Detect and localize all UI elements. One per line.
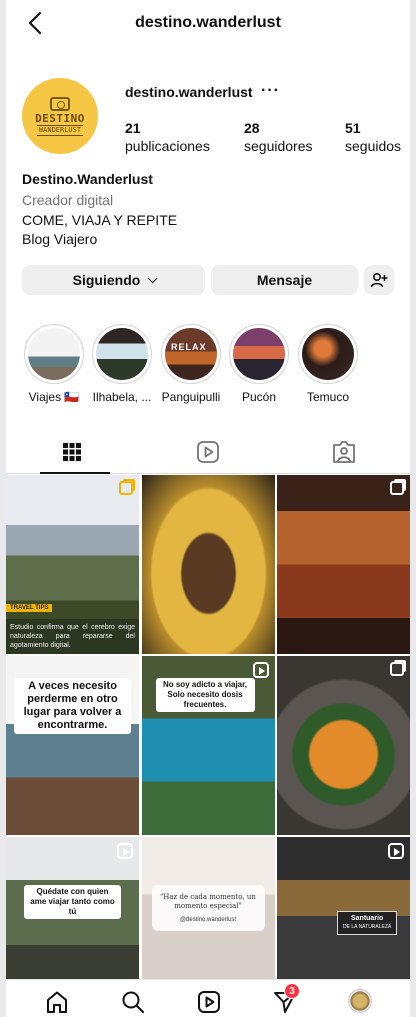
camera-icon bbox=[50, 96, 70, 111]
profile-avatar[interactable]: DESTINO WANDERLUST bbox=[22, 78, 98, 154]
reel-icon bbox=[388, 843, 404, 859]
post-tile[interactable]: TRAVEL TIPS Estudio confirma que el cere… bbox=[6, 475, 139, 654]
profile-nav-avatar[interactable] bbox=[348, 989, 374, 1015]
highlight-label: Pucón bbox=[241, 390, 277, 404]
reel-icon bbox=[117, 843, 133, 859]
post-tile[interactable] bbox=[277, 475, 410, 654]
sign-subtitle: DE LA NATURALEZA bbox=[343, 924, 392, 930]
stat-followers-label: seguidores bbox=[244, 138, 313, 154]
post-tile[interactable]: "Haz de cada momento, un momento especia… bbox=[141, 837, 275, 979]
avatar bbox=[348, 989, 372, 1013]
highlight-ring bbox=[24, 324, 84, 384]
reels-icon[interactable] bbox=[194, 438, 222, 466]
post-caption: Estudio confirma que el cerebro exige na… bbox=[6, 619, 139, 654]
bottom-nav: 3 bbox=[6, 979, 410, 1017]
stat-following-count: 51 bbox=[345, 120, 361, 136]
grid-icon[interactable] bbox=[58, 438, 86, 466]
highlight-cover: RELAX bbox=[165, 328, 217, 380]
tagged-icon[interactable] bbox=[330, 438, 358, 466]
active-tab-indicator bbox=[40, 472, 110, 474]
highlight-label: Viajes 🇨🇱 bbox=[28, 390, 80, 404]
highlight-panguipulli[interactable]: RELAX Panguipulli bbox=[159, 324, 223, 404]
stat-posts[interactable]: 21 publicaciones bbox=[125, 120, 210, 155]
stat-followers-count: 28 bbox=[244, 120, 260, 136]
highlight-label: Panguipulli bbox=[161, 390, 221, 404]
profile-username: destino.wanderlust bbox=[125, 84, 253, 100]
page-title: destino.wanderlust bbox=[135, 14, 281, 31]
chevron-down-icon bbox=[147, 272, 158, 283]
highlight-ring bbox=[229, 324, 289, 384]
notification-badge: 3 bbox=[284, 983, 300, 999]
add-person-icon bbox=[370, 272, 388, 288]
search-icon[interactable] bbox=[120, 989, 146, 1015]
posts-grid: TRAVEL TIPS Estudio confirma que el cere… bbox=[6, 475, 410, 979]
profile-category: Creador digital bbox=[22, 192, 114, 208]
avatar-logo-line1: DESTINO bbox=[35, 111, 85, 125]
highlight-viajes[interactable]: Viajes 🇨🇱 bbox=[22, 324, 86, 404]
highlight-temuco[interactable]: Temuco bbox=[296, 324, 360, 404]
highlight-ring bbox=[92, 324, 152, 384]
profile-bio: Destino.Wanderlust Creador digital COME,… bbox=[22, 170, 177, 249]
post-sign: Santuario DE LA NATURALEZA bbox=[337, 911, 398, 935]
highlight-overlay-text: RELAX bbox=[171, 342, 207, 352]
home-icon[interactable] bbox=[44, 989, 70, 1015]
carousel-icon bbox=[390, 481, 404, 495]
stat-following-label: seguidos bbox=[345, 138, 402, 154]
stat-followers[interactable]: 28 seguidores bbox=[244, 120, 313, 155]
avatar-logo-line2: WANDERLUST bbox=[36, 124, 84, 136]
following-button-label: Siguiendo bbox=[72, 272, 141, 288]
highlight-pucon[interactable]: Pucón bbox=[227, 324, 291, 404]
stat-posts-label: publicaciones bbox=[125, 138, 210, 154]
highlight-ring: RELAX bbox=[161, 324, 221, 384]
bio-line-2: Blog Viajero bbox=[22, 231, 98, 247]
highlight-label: Temuco bbox=[306, 390, 350, 404]
post-caption: No soy adicto a viajar, Solo necesito do… bbox=[155, 678, 255, 712]
highlight-cover bbox=[233, 328, 285, 380]
profile-display-name: Destino.Wanderlust bbox=[22, 171, 153, 187]
carousel-icon bbox=[390, 662, 404, 676]
stat-following[interactable]: 51 seguidos bbox=[345, 120, 401, 155]
highlight-cover bbox=[302, 328, 354, 380]
reel-icon bbox=[252, 662, 269, 678]
post-caption: Quédate con quien ame viajar tanto como … bbox=[24, 885, 121, 919]
top-bar: destino.wanderlust bbox=[6, 0, 410, 46]
post-tile[interactable] bbox=[141, 475, 275, 654]
profile-tabs bbox=[6, 430, 410, 474]
following-button[interactable]: Siguiendo bbox=[22, 265, 205, 295]
post-tile[interactable]: Santuario DE LA NATURALEZA bbox=[277, 837, 410, 979]
chevron-left-icon[interactable] bbox=[24, 10, 48, 36]
post-caption: A veces necesito perderme en otro lugar … bbox=[14, 678, 131, 734]
bio-line-1: COME, VIAJA Y REPITE bbox=[22, 212, 178, 228]
message-button[interactable]: Mensaje bbox=[211, 265, 358, 295]
sign-title: Santuario bbox=[350, 915, 384, 922]
post-tile[interactable]: No soy adicto a viajar, Solo necesito do… bbox=[141, 656, 275, 835]
highlight-cover bbox=[28, 328, 80, 380]
post-quote: "Haz de cada momento, un momento especia… bbox=[160, 893, 256, 910]
post-tile[interactable] bbox=[277, 656, 410, 835]
post-tile[interactable]: A veces necesito perderme en otro lugar … bbox=[6, 656, 139, 835]
reels-nav-icon[interactable] bbox=[196, 989, 222, 1015]
post-tag: TRAVEL TIPS bbox=[6, 604, 53, 612]
add-person-button[interactable] bbox=[364, 265, 394, 295]
message-button-label: Mensaje bbox=[256, 272, 313, 288]
quote-card: "Haz de cada momento, un momento especia… bbox=[151, 885, 265, 931]
post-tile[interactable]: Quédate con quien ame viajar tanto como … bbox=[6, 837, 139, 979]
stat-posts-count: 21 bbox=[125, 120, 141, 136]
carousel-icon bbox=[119, 481, 133, 495]
post-signature: @destino.wanderlust bbox=[179, 917, 237, 923]
highlight-label: Ilhabela, ... bbox=[92, 390, 152, 404]
highlight-ilhabela[interactable]: Ilhabela, ... bbox=[90, 324, 154, 404]
highlight-cover bbox=[96, 328, 148, 380]
more-options-icon[interactable]: ··· bbox=[261, 82, 280, 100]
highlight-ring bbox=[298, 324, 358, 384]
